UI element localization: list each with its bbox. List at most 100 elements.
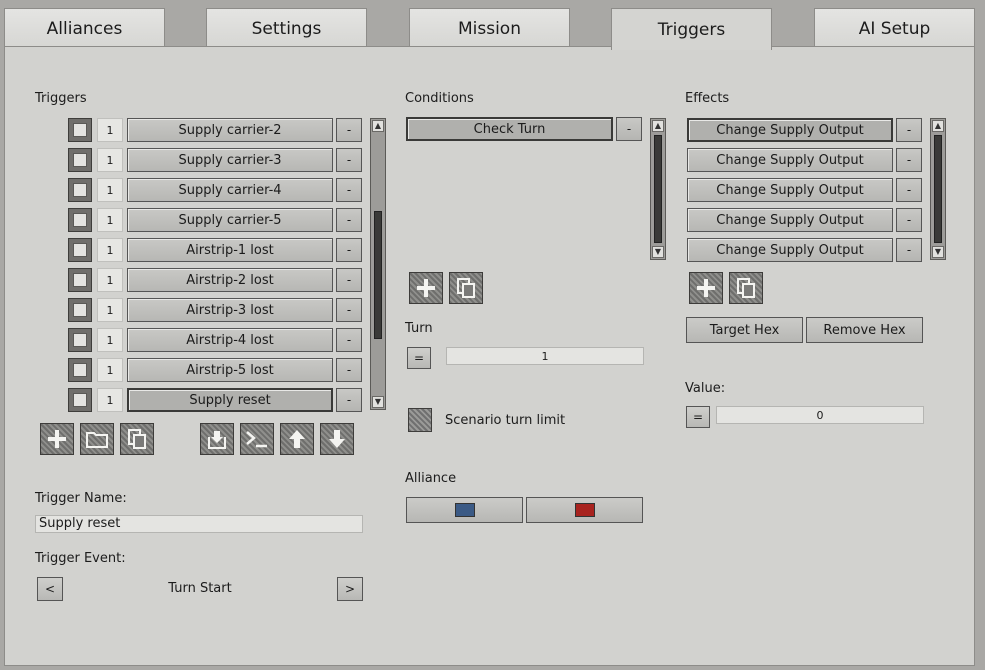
effect-item[interactable]: Change Supply Output — [687, 238, 893, 262]
trigger-remove-button[interactable]: - — [336, 238, 362, 262]
trigger-priority[interactable]: 1 — [97, 268, 123, 292]
checkbox-box — [73, 273, 87, 287]
value-input[interactable]: 0 — [716, 406, 924, 424]
conditions-heading: Conditions — [405, 91, 474, 106]
trigger-priority[interactable]: 1 — [97, 238, 123, 262]
trigger-enabled-checkbox[interactable] — [68, 328, 92, 352]
move-down-button[interactable] — [320, 423, 354, 455]
trigger-name-label: Trigger Name: — [35, 491, 127, 506]
trigger-item[interactable]: Supply reset — [127, 388, 333, 412]
scroll-down-arrow-icon[interactable]: ▼ — [932, 246, 944, 258]
effect-remove-button[interactable]: - — [896, 178, 922, 202]
trigger-name-input[interactable]: Supply reset — [35, 515, 363, 533]
trigger-remove-button[interactable]: - — [336, 388, 362, 412]
trigger-enabled-checkbox[interactable] — [68, 268, 92, 292]
conditions-scrollbar[interactable]: ▲ ▼ — [650, 118, 666, 260]
trigger-remove-button[interactable]: - — [336, 208, 362, 232]
trigger-enabled-checkbox[interactable] — [68, 358, 92, 382]
condition-remove-button[interactable]: - — [616, 117, 642, 141]
add-trigger-button[interactable] — [40, 423, 74, 455]
copy-condition-button[interactable] — [449, 272, 483, 304]
tab-ai-setup[interactable]: AI Setup — [814, 8, 975, 48]
trigger-remove-button[interactable]: - — [336, 118, 362, 142]
trigger-remove-button[interactable]: - — [336, 178, 362, 202]
script-button[interactable] — [240, 423, 274, 455]
trigger-event-prev-button[interactable]: < — [37, 577, 63, 601]
turn-operator-button[interactable]: = — [407, 347, 431, 369]
trigger-priority[interactable]: 1 — [97, 208, 123, 232]
scroll-up-arrow-icon[interactable]: ▲ — [372, 120, 384, 132]
trigger-item[interactable]: Airstrip-2 lost — [127, 268, 333, 292]
trigger-item[interactable]: Supply carrier-2 — [127, 118, 333, 142]
trigger-remove-button[interactable]: - — [336, 268, 362, 292]
value-operator-button[interactable]: = — [686, 406, 710, 428]
turn-value-input[interactable]: 1 — [446, 347, 644, 365]
copy-effect-button[interactable] — [729, 272, 763, 304]
trigger-item[interactable]: Airstrip-1 lost — [127, 238, 333, 262]
add-condition-button[interactable] — [409, 272, 443, 304]
effects-scrollbar[interactable]: ▲ ▼ — [930, 118, 946, 260]
trigger-priority[interactable]: 1 — [97, 178, 123, 202]
import-button[interactable] — [200, 423, 234, 455]
value-label: Value: — [685, 381, 726, 396]
trigger-item[interactable]: Airstrip-3 lost — [127, 298, 333, 322]
add-effect-button[interactable] — [689, 272, 723, 304]
checkbox-box — [73, 393, 87, 407]
trigger-enabled-checkbox[interactable] — [68, 208, 92, 232]
alliance-blue-button[interactable] — [406, 497, 523, 523]
effect-remove-button[interactable]: - — [896, 208, 922, 232]
trigger-priority[interactable]: 1 — [97, 328, 123, 352]
scroll-down-arrow-icon[interactable]: ▼ — [372, 396, 384, 408]
trigger-enabled-checkbox[interactable] — [68, 238, 92, 262]
effect-item[interactable]: Change Supply Output — [687, 118, 893, 142]
scroll-up-arrow-icon[interactable]: ▲ — [652, 120, 664, 132]
effect-remove-button[interactable]: - — [896, 238, 922, 262]
trigger-priority[interactable]: 1 — [97, 358, 123, 382]
trigger-priority[interactable]: 1 — [97, 298, 123, 322]
tab-mission[interactable]: Mission — [409, 8, 570, 48]
scroll-thumb[interactable] — [374, 211, 382, 339]
scroll-thumb[interactable] — [934, 135, 942, 243]
effect-item[interactable]: Change Supply Output — [687, 178, 893, 202]
trigger-item[interactable]: Airstrip-5 lost — [127, 358, 333, 382]
trigger-remove-button[interactable]: - — [336, 328, 362, 352]
trigger-item[interactable]: Supply carrier-4 — [127, 178, 333, 202]
trigger-enabled-checkbox[interactable] — [68, 298, 92, 322]
effect-item[interactable]: Change Supply Output — [687, 208, 893, 232]
remove-hex-button[interactable]: Remove Hex — [806, 317, 923, 343]
tab-alliances[interactable]: Alliances — [4, 8, 165, 48]
trigger-priority[interactable]: 1 — [97, 388, 123, 412]
scenario-turn-limit-label: Scenario turn limit — [445, 413, 566, 428]
effect-remove-button[interactable]: - — [896, 118, 922, 142]
trigger-remove-button[interactable]: - — [336, 358, 362, 382]
open-folder-button[interactable] — [80, 423, 114, 455]
scroll-up-arrow-icon[interactable]: ▲ — [932, 120, 944, 132]
scroll-thumb[interactable] — [654, 135, 662, 243]
trigger-remove-button[interactable]: - — [336, 148, 362, 172]
effect-remove-button[interactable]: - — [896, 148, 922, 172]
trigger-item[interactable]: Supply carrier-5 — [127, 208, 333, 232]
trigger-enabled-checkbox[interactable] — [68, 388, 92, 412]
target-hex-button[interactable]: Target Hex — [686, 317, 803, 343]
trigger-priority[interactable]: 1 — [97, 148, 123, 172]
move-up-button[interactable] — [280, 423, 314, 455]
terminal-icon — [246, 431, 267, 448]
trigger-enabled-checkbox[interactable] — [68, 118, 92, 142]
trigger-list-scrollbar[interactable]: ▲ ▼ — [370, 118, 386, 410]
trigger-item[interactable]: Airstrip-4 lost — [127, 328, 333, 352]
trigger-enabled-checkbox[interactable] — [68, 178, 92, 202]
tab-settings[interactable]: Settings — [206, 8, 367, 48]
condition-item[interactable]: Check Turn — [406, 117, 613, 141]
scroll-down-arrow-icon[interactable]: ▼ — [652, 246, 664, 258]
scenario-turn-limit-checkbox[interactable] — [408, 408, 432, 432]
effect-item[interactable]: Change Supply Output — [687, 148, 893, 172]
copy-icon — [128, 429, 146, 449]
trigger-item[interactable]: Supply carrier-3 — [127, 148, 333, 172]
alliance-red-button[interactable] — [526, 497, 643, 523]
trigger-remove-button[interactable]: - — [336, 298, 362, 322]
copy-trigger-button[interactable] — [120, 423, 154, 455]
trigger-event-next-button[interactable]: > — [337, 577, 363, 601]
tab-triggers[interactable]: Triggers — [611, 8, 772, 50]
trigger-priority[interactable]: 1 — [97, 118, 123, 142]
trigger-enabled-checkbox[interactable] — [68, 148, 92, 172]
